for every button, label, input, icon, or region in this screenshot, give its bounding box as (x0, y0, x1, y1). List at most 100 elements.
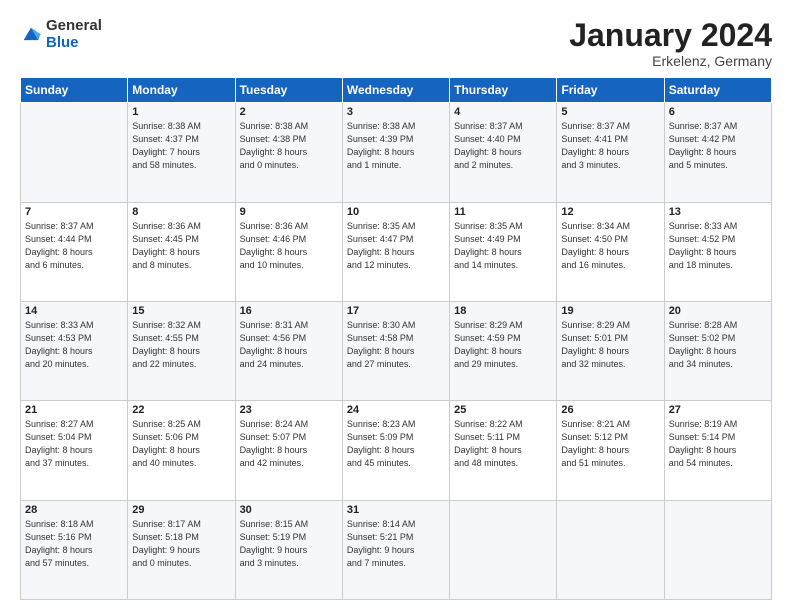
day-info-6: Sunrise: 8:37 AM Sunset: 4:42 PM Dayligh… (669, 120, 767, 172)
weekday-header-row: Sunday Monday Tuesday Wednesday Thursday… (21, 78, 772, 103)
calendar-cell-0-2: 2Sunrise: 8:38 AM Sunset: 4:38 PM Daylig… (235, 103, 342, 202)
day-info-31: Sunrise: 8:14 AM Sunset: 5:21 PM Dayligh… (347, 518, 445, 570)
calendar-cell-3-1: 22 Sunrise: 8:25 AM Sunset: 5:06 PM Dayli… (128, 401, 235, 500)
day-number-9: 9 (240, 206, 338, 218)
calendar-cell-4-3: 31 Sunrise: 8:14 AM Sunset: 5:21 PM Dayli… (342, 500, 449, 599)
week-row-2: 14 Sunrise: 8:33 AM Sunset: 4:53 PM Dayli… (21, 301, 772, 400)
day-info-22: Sunrise: 8:25 AM Sunset: 5:06 PM Dayligh… (132, 418, 230, 470)
calendar-cell-1-6: 13 Sunrise: 8:33 AM Sunset: 4:52 PM Dayli… (664, 202, 771, 301)
header-saturday: Saturday (664, 78, 771, 103)
day-number-4: 4 (454, 106, 552, 118)
day-info-11: Sunrise: 8:35 AM Sunset: 4:49 PM Dayligh… (454, 220, 552, 272)
day-info-9: Sunrise: 8:36 AM Sunset: 4:46 PM Dayligh… (240, 220, 338, 272)
day-info-28: Sunrise: 8:18 AM Sunset: 5:16 PM Dayligh… (25, 518, 123, 570)
logo: General Blue (20, 18, 102, 51)
calendar-cell-2-5: 19 Sunrise: 8:29 AM Sunset: 5:01 PM Dayli… (557, 301, 664, 400)
calendar-cell-0-6: 6 Sunrise: 8:37 AM Sunset: 4:42 PM Daylig… (664, 103, 771, 202)
header: General Blue January 2024 Erkelenz, Germ… (20, 18, 772, 69)
day-info-13: Sunrise: 8:33 AM Sunset: 4:52 PM Dayligh… (669, 220, 767, 272)
day-number-15: 15 (132, 305, 230, 317)
day-number-24: 24 (347, 404, 445, 416)
week-row-1: 7Sunrise: 8:37 AM Sunset: 4:44 PM Daylig… (21, 202, 772, 301)
header-monday: Monday (128, 78, 235, 103)
day-number-14: 14 (25, 305, 123, 317)
day-number-30: 30 (240, 504, 338, 516)
day-info-1: Sunrise: 8:38 AM Sunset: 4:37 PM Dayligh… (132, 120, 230, 172)
location-subtitle: Erkelenz, Germany (569, 53, 772, 69)
day-info-20: Sunrise: 8:28 AM Sunset: 5:02 PM Dayligh… (669, 319, 767, 371)
logo-icon (20, 24, 42, 46)
day-info-4: Sunrise: 8:37 AM Sunset: 4:40 PM Dayligh… (454, 120, 552, 172)
day-number-19: 19 (561, 305, 659, 317)
calendar-cell-1-3: 10Sunrise: 8:35 AM Sunset: 4:47 PM Dayli… (342, 202, 449, 301)
day-info-19: Sunrise: 8:29 AM Sunset: 5:01 PM Dayligh… (561, 319, 659, 371)
calendar-cell-1-4: 11 Sunrise: 8:35 AM Sunset: 4:49 PM Dayli… (450, 202, 557, 301)
day-number-26: 26 (561, 404, 659, 416)
day-number-22: 22 (132, 404, 230, 416)
calendar-cell-0-4: 4 Sunrise: 8:37 AM Sunset: 4:40 PM Daylig… (450, 103, 557, 202)
day-info-21: Sunrise: 8:27 AM Sunset: 5:04 PM Dayligh… (25, 418, 123, 470)
calendar-header: Sunday Monday Tuesday Wednesday Thursday… (21, 78, 772, 103)
day-number-11: 11 (454, 206, 552, 218)
calendar-cell-3-2: 23 Sunrise: 8:24 AM Sunset: 5:07 PM Dayli… (235, 401, 342, 500)
calendar-cell-3-5: 26Sunrise: 8:21 AM Sunset: 5:12 PM Dayli… (557, 401, 664, 500)
day-number-27: 27 (669, 404, 767, 416)
day-number-28: 28 (25, 504, 123, 516)
calendar-cell-3-4: 25Sunrise: 8:22 AM Sunset: 5:11 PM Dayli… (450, 401, 557, 500)
day-number-13: 13 (669, 206, 767, 218)
day-info-15: Sunrise: 8:32 AM Sunset: 4:55 PM Dayligh… (132, 319, 230, 371)
month-title: January 2024 (569, 18, 772, 53)
calendar-cell-4-5 (557, 500, 664, 599)
day-info-16: Sunrise: 8:31 AM Sunset: 4:56 PM Dayligh… (240, 319, 338, 371)
calendar-cell-4-4 (450, 500, 557, 599)
day-number-5: 5 (561, 106, 659, 118)
day-info-10: Sunrise: 8:35 AM Sunset: 4:47 PM Dayligh… (347, 220, 445, 272)
day-info-5: Sunrise: 8:37 AM Sunset: 4:41 PM Dayligh… (561, 120, 659, 172)
calendar-cell-2-0: 14 Sunrise: 8:33 AM Sunset: 4:53 PM Dayli… (21, 301, 128, 400)
calendar-cell-4-1: 29Sunrise: 8:17 AM Sunset: 5:18 PM Dayli… (128, 500, 235, 599)
day-info-29: Sunrise: 8:17 AM Sunset: 5:18 PM Dayligh… (132, 518, 230, 570)
calendar-cell-2-3: 17 Sunrise: 8:30 AM Sunset: 4:58 PM Dayli… (342, 301, 449, 400)
page: General Blue January 2024 Erkelenz, Germ… (0, 0, 792, 612)
day-info-30: Sunrise: 8:15 AM Sunset: 5:19 PM Dayligh… (240, 518, 338, 570)
day-number-31: 31 (347, 504, 445, 516)
day-number-2: 2 (240, 106, 338, 118)
day-info-18: Sunrise: 8:29 AM Sunset: 4:59 PM Dayligh… (454, 319, 552, 371)
day-number-1: 1 (132, 106, 230, 118)
day-number-17: 17 (347, 305, 445, 317)
calendar-cell-4-0: 28 Sunrise: 8:18 AM Sunset: 5:16 PM Dayli… (21, 500, 128, 599)
week-row-3: 21Sunrise: 8:27 AM Sunset: 5:04 PM Dayli… (21, 401, 772, 500)
calendar-cell-2-4: 18 Sunrise: 8:29 AM Sunset: 4:59 PM Dayli… (450, 301, 557, 400)
day-number-7: 7 (25, 206, 123, 218)
day-info-27: Sunrise: 8:19 AM Sunset: 5:14 PM Dayligh… (669, 418, 767, 470)
calendar-cell-3-6: 27 Sunrise: 8:19 AM Sunset: 5:14 PM Dayli… (664, 401, 771, 500)
day-number-16: 16 (240, 305, 338, 317)
day-info-17: Sunrise: 8:30 AM Sunset: 4:58 PM Dayligh… (347, 319, 445, 371)
header-wednesday: Wednesday (342, 78, 449, 103)
day-number-8: 8 (132, 206, 230, 218)
calendar-cell-0-1: 1 Sunrise: 8:38 AM Sunset: 4:37 PM Daylig… (128, 103, 235, 202)
calendar-cell-4-6 (664, 500, 771, 599)
day-info-14: Sunrise: 8:33 AM Sunset: 4:53 PM Dayligh… (25, 319, 123, 371)
calendar-body: 1 Sunrise: 8:38 AM Sunset: 4:37 PM Daylig… (21, 103, 772, 600)
calendar-cell-4-2: 30 Sunrise: 8:15 AM Sunset: 5:19 PM Dayli… (235, 500, 342, 599)
day-info-23: Sunrise: 8:24 AM Sunset: 5:07 PM Dayligh… (240, 418, 338, 470)
calendar-cell-0-3: 3Sunrise: 8:38 AM Sunset: 4:39 PM Daylig… (342, 103, 449, 202)
calendar-cell-0-5: 5 Sunrise: 8:37 AM Sunset: 4:41 PM Daylig… (557, 103, 664, 202)
header-thursday: Thursday (450, 78, 557, 103)
calendar-cell-0-0 (21, 103, 128, 202)
day-number-12: 12 (561, 206, 659, 218)
header-sunday: Sunday (21, 78, 128, 103)
day-number-18: 18 (454, 305, 552, 317)
day-info-8: Sunrise: 8:36 AM Sunset: 4:45 PM Dayligh… (132, 220, 230, 272)
calendar-cell-2-1: 15 Sunrise: 8:32 AM Sunset: 4:55 PM Dayli… (128, 301, 235, 400)
day-info-24: Sunrise: 8:23 AM Sunset: 5:09 PM Dayligh… (347, 418, 445, 470)
calendar-cell-1-0: 7Sunrise: 8:37 AM Sunset: 4:44 PM Daylig… (21, 202, 128, 301)
calendar-cell-2-2: 16 Sunrise: 8:31 AM Sunset: 4:56 PM Dayli… (235, 301, 342, 400)
header-tuesday: Tuesday (235, 78, 342, 103)
day-number-23: 23 (240, 404, 338, 416)
day-info-12: Sunrise: 8:34 AM Sunset: 4:50 PM Dayligh… (561, 220, 659, 272)
day-number-6: 6 (669, 106, 767, 118)
title-block: January 2024 Erkelenz, Germany (569, 18, 772, 69)
week-row-0: 1 Sunrise: 8:38 AM Sunset: 4:37 PM Daylig… (21, 103, 772, 202)
